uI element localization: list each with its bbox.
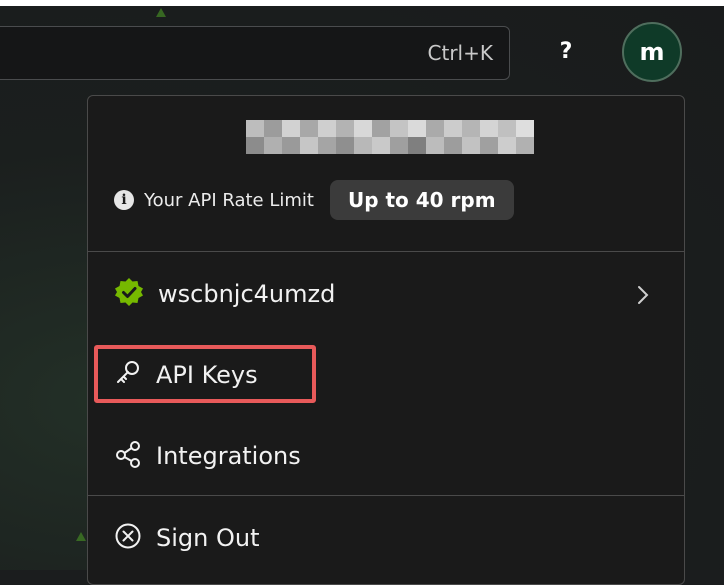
account-menu: i Your API Rate Limit Up to 40 rpm wscbn… xyxy=(87,95,685,585)
background-triangle xyxy=(76,532,86,541)
help-button[interactable]: ? xyxy=(552,34,580,70)
verified-badge-icon xyxy=(114,277,144,311)
menu-item-account[interactable]: wscbnjc4umzd xyxy=(114,272,335,316)
integrations-icon xyxy=(114,440,142,472)
menu-item-sign-out[interactable]: Sign Out xyxy=(114,516,260,560)
menu-item-label: Integrations xyxy=(156,442,301,470)
rate-limit-label: Your API Rate Limit xyxy=(144,189,314,211)
user-avatar-button[interactable]: m xyxy=(622,22,682,82)
search-shortcut-hint: Ctrl+K xyxy=(427,41,493,65)
highlight-box xyxy=(94,345,316,403)
info-icon: i xyxy=(114,190,134,210)
rate-limit-row: i Your API Rate Limit Up to 40 rpm xyxy=(114,180,514,220)
sign-out-icon xyxy=(114,522,142,554)
menu-item-label: Sign Out xyxy=(156,524,260,552)
background-triangle xyxy=(156,8,166,17)
rate-limit-badge: Up to 40 rpm xyxy=(329,180,514,220)
chevron-right-icon xyxy=(636,284,650,312)
menu-item-label: wscbnjc4umzd xyxy=(158,280,336,308)
menu-divider xyxy=(88,251,684,252)
search-input[interactable]: Ctrl+K xyxy=(0,26,510,80)
menu-item-integrations[interactable]: Integrations xyxy=(114,434,301,478)
redacted-email xyxy=(246,120,534,154)
menu-divider xyxy=(88,495,684,496)
